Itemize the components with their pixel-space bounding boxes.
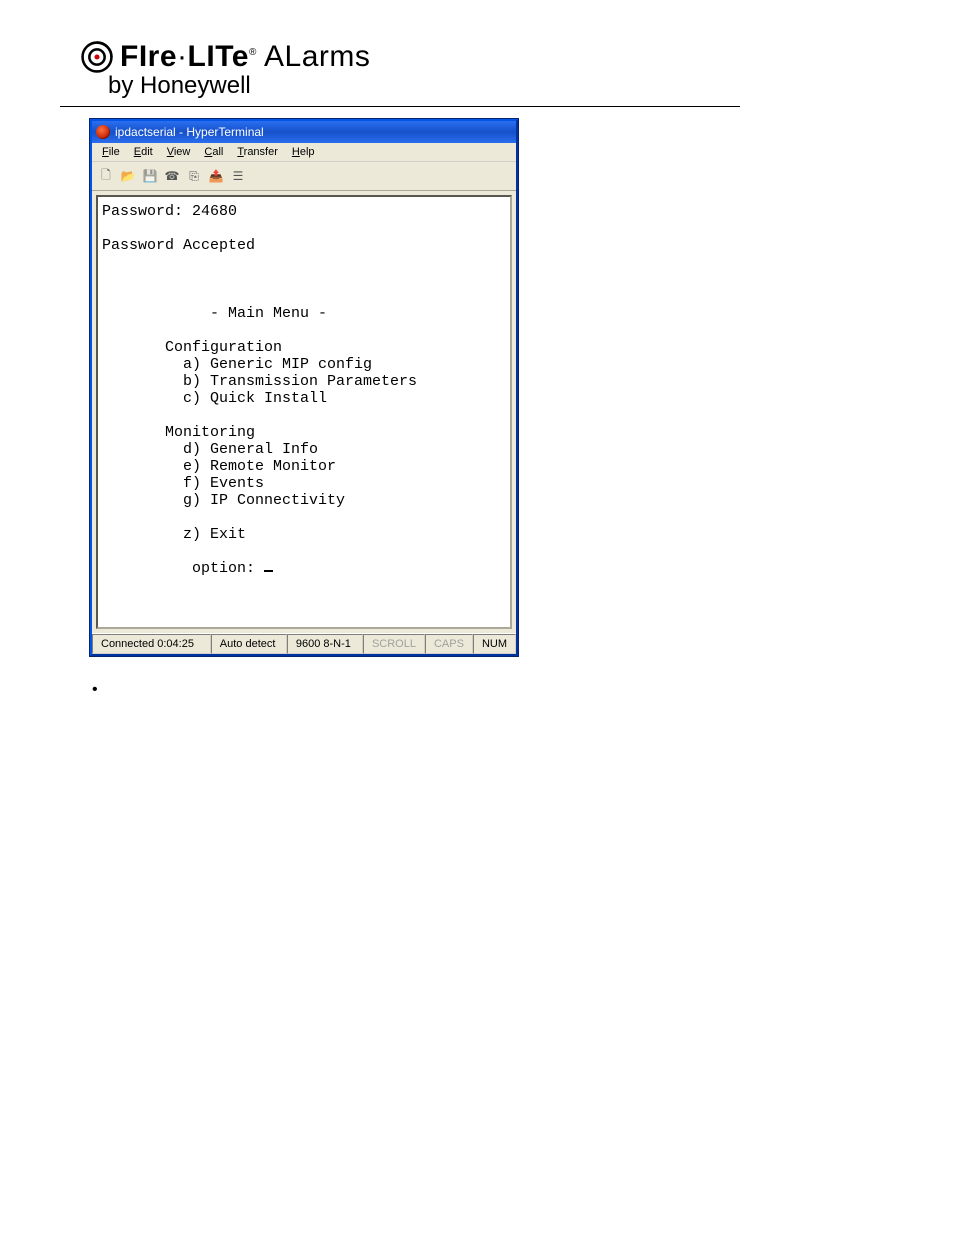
menu-file[interactable]: File (96, 145, 126, 159)
brand-main: FIre·LITe® ALarms (120, 40, 370, 73)
terminal-content[interactable]: Password: 24680 Password Accepted - Main… (98, 197, 510, 583)
terminal-frame: Password: 24680 Password Accepted - Main… (96, 195, 512, 629)
status-caps: CAPS (425, 634, 473, 654)
terminal-cursor (264, 570, 273, 572)
brand-header: FIre·LITe® ALarms (60, 40, 894, 74)
brand-sub: by Honeywell (108, 72, 894, 100)
menu-edit[interactable]: Edit (128, 145, 159, 159)
save-icon[interactable]: 💾 (142, 168, 158, 184)
hyperterminal-window: ipdactserial - HyperTerminal File Edit V… (90, 119, 518, 656)
connect-icon[interactable]: ☎ (164, 168, 180, 184)
statusbar: Connected 0:04:25 Auto detect 9600 8-N-1… (92, 633, 516, 654)
menu-transfer[interactable]: Transfer (231, 145, 284, 159)
app-icon (96, 125, 110, 139)
open-icon[interactable]: 📂 (120, 168, 136, 184)
send-icon[interactable]: 📤 (208, 168, 224, 184)
properties-icon[interactable]: ☰ (230, 168, 246, 184)
status-detect: Auto detect (211, 634, 287, 654)
status-connected: Connected 0:04:25 (92, 634, 211, 654)
status-serial: 9600 8-N-1 (287, 634, 363, 654)
bullet: • (92, 681, 894, 699)
header-divider (60, 106, 740, 107)
window-titlebar[interactable]: ipdactserial - HyperTerminal (92, 121, 516, 143)
window-title: ipdactserial - HyperTerminal (115, 125, 264, 139)
menu-help[interactable]: Help (286, 145, 321, 159)
status-num: NUM (473, 634, 516, 654)
menu-call[interactable]: Call (198, 145, 229, 159)
brand-logo-icon (80, 40, 114, 74)
menubar: File Edit View Call Transfer Help (92, 143, 516, 162)
status-scroll: SCROLL (363, 634, 425, 654)
menu-view[interactable]: View (161, 145, 197, 159)
new-icon[interactable]: 🗋 (98, 168, 114, 184)
toolbar: 🗋 📂 💾 ☎ ⎘ 📤 ☰ (92, 162, 516, 191)
disconnect-icon[interactable]: ⎘ (186, 168, 202, 184)
